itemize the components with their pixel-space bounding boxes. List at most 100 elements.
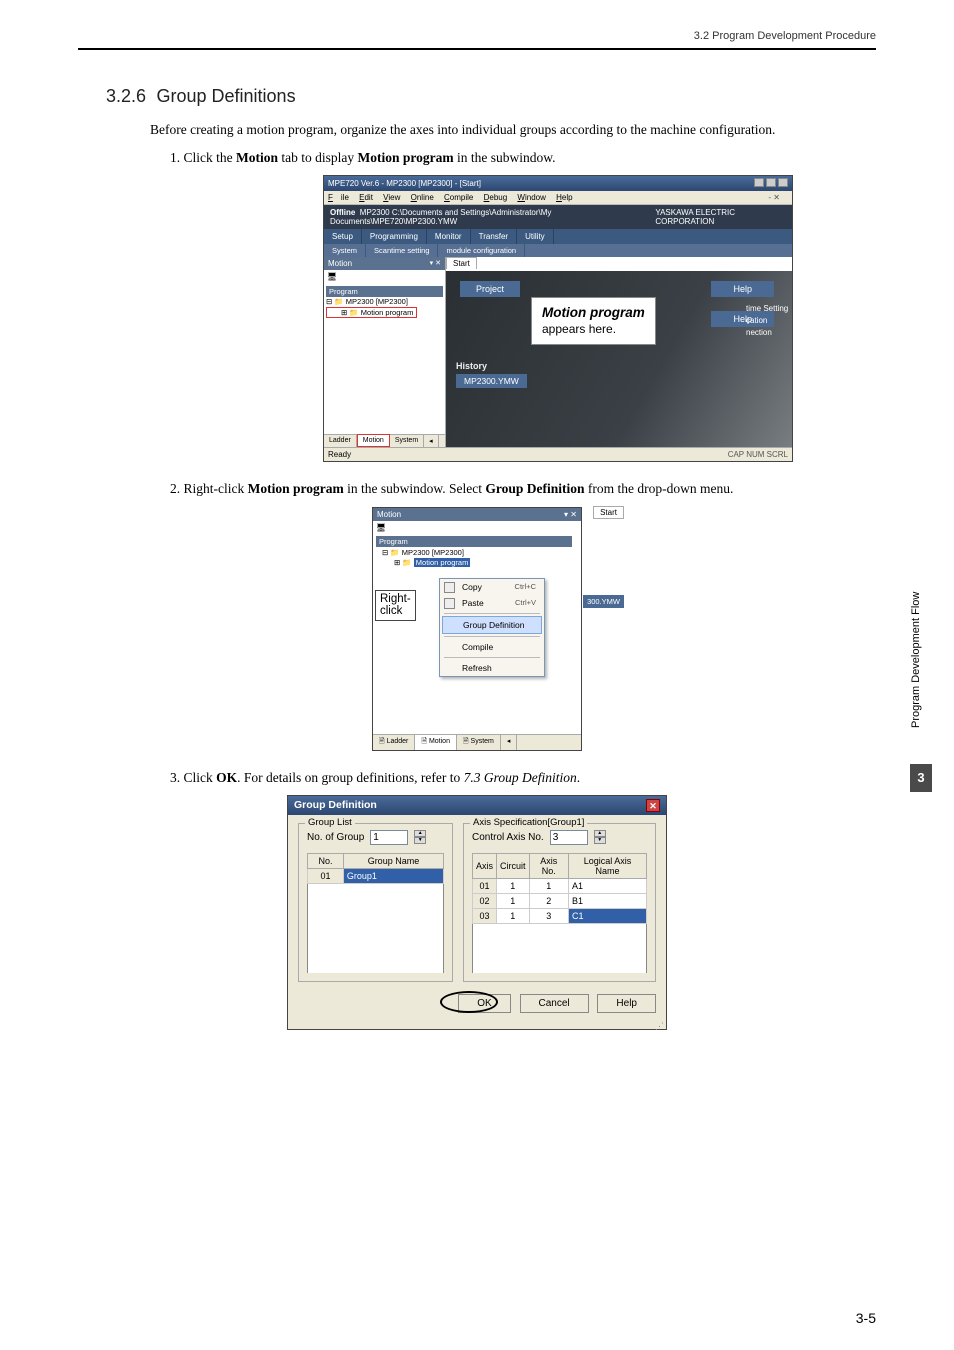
sidetab-motion[interactable]: Motion [357, 434, 390, 447]
history-item[interactable]: MP2300.YMW [456, 374, 527, 388]
panel2-program-label: Program [376, 536, 572, 547]
side-panel-pin[interactable]: ▾ ✕ [430, 259, 441, 268]
panel2-window: Motion ▾ ✕ 🖥 Program ⊟ 📁 MP2300 [MP2300]… [372, 507, 582, 751]
tree-node-controller[interactable]: ⊟ 📁 MP2300 [MP2300] [326, 297, 443, 306]
sidetab-system[interactable]: System [390, 435, 424, 447]
input-no-of-group[interactable] [370, 830, 408, 845]
panel2-toolbar-icon[interactable]: 🖥 [373, 521, 581, 534]
context-menu: CopyCtrl+C PasteCtrl+V Group Definition … [439, 578, 545, 677]
tab-setup[interactable]: Setup [324, 229, 362, 244]
ide-window: MPE720 Ver.6 - MP2300 [MP2300] - [Start]… [323, 175, 793, 462]
intro-paragraph: Before creating a motion program, organi… [150, 121, 866, 139]
table-row[interactable]: 0212B1 [473, 893, 647, 908]
legend-axis-spec: Axis Specification[Group1] [470, 817, 587, 828]
panel2-node-motion-program[interactable]: ⊞ 📁 Motion program [376, 558, 578, 567]
resize-grip-icon[interactable]: ⋰ [288, 1021, 666, 1029]
margin-tab-text: Program Development Flow [910, 560, 922, 760]
table-row[interactable]: 0313C1 [473, 908, 647, 923]
subtab-module[interactable]: module configuration [438, 244, 525, 257]
panel2-ymw-fragment: 300.YMW [583, 595, 624, 608]
side-panel: Motion ▾ ✕ 🖥 Program ⊟ 📁 MP2300 [MP2300]… [324, 257, 446, 447]
margin-tab-number: 3 [910, 764, 932, 792]
window-controls[interactable] [752, 178, 788, 189]
panel2-tab-scroll[interactable]: ◂ [501, 735, 518, 750]
th-axis-no: Axis No. [529, 853, 568, 878]
tab-programming[interactable]: Programming [362, 229, 427, 244]
menu-file[interactable]: File [328, 193, 349, 202]
start-links-fragment: time Setting cation nection [746, 301, 788, 340]
close-icon[interactable]: ✕ [646, 799, 660, 812]
callout-motion-program: Motion program appears here. [531, 297, 656, 344]
doc-tab-start[interactable]: Start [446, 257, 477, 269]
sidetab-scroll-left[interactable]: ◂ [424, 435, 439, 447]
menuitem-refresh[interactable]: Refresh [440, 660, 544, 676]
dialog-titlebar: Group Definition ✕ [288, 796, 666, 815]
cancel-button[interactable]: Cancel [520, 994, 589, 1013]
panel2-start-tab[interactable]: Start [593, 506, 624, 519]
panel2-tab-ladder[interactable]: 🗎 Ladder [373, 735, 415, 750]
ide-main-area: Start Project Help Help Motion program a… [446, 257, 792, 447]
th-no: No. [308, 853, 344, 868]
project-button[interactable]: Project [460, 281, 520, 297]
ide-toolbar: Setup Programming Monitor Transfer Utili… [324, 229, 792, 257]
history-label: History [456, 361, 527, 371]
panel2-bottom-tabs: 🗎 Ladder 🗎 Motion 🗎 System ◂ [373, 734, 581, 750]
ide-pathbar: Offline MP2300 C:\Documents and Settings… [324, 205, 792, 229]
tab-monitor[interactable]: Monitor [427, 229, 471, 244]
menuitem-group-definition[interactable]: Group Definition [442, 616, 542, 634]
menuitem-compile[interactable]: Compile [440, 639, 544, 655]
section-title: Group Definitions [157, 86, 296, 106]
menu-compile[interactable]: Compile [444, 193, 473, 202]
menu-view[interactable]: View [383, 193, 400, 202]
paste-icon [444, 598, 455, 609]
label-control-axis: Control Axis No. [472, 832, 544, 843]
panel2-node-controller[interactable]: ⊟ 📁 MP2300 [MP2300] [376, 548, 578, 557]
margin-tab: Program Development Flow 3 [910, 560, 932, 800]
ide-title: MPE720 Ver.6 - MP2300 [MP2300] - [Start] [328, 179, 481, 188]
input-control-axis[interactable] [550, 830, 588, 845]
menu-help[interactable]: Help [556, 193, 572, 202]
subtab-scantime[interactable]: Scantime setting [366, 244, 438, 257]
table-axis-spec[interactable]: Axis Circuit Axis No. Logical Axis Name … [472, 853, 647, 973]
menu-right-controls[interactable]: - ✕ [768, 193, 780, 202]
side-panel-toolbar-icon[interactable]: 🖥 [324, 270, 445, 283]
right-click-callout: Right- click [375, 590, 416, 621]
section-number: 3.2.6 [106, 86, 146, 106]
tab-utility[interactable]: Utility [517, 229, 554, 244]
menu-edit[interactable]: Edit [359, 193, 373, 202]
panel2-tab-system[interactable]: 🗎 System [457, 735, 501, 750]
legend-group-list: Group List [305, 817, 355, 828]
menuitem-paste[interactable]: PasteCtrl+V [440, 595, 544, 611]
tree-node-motion-program[interactable]: ⊞ 📁 Motion program [326, 307, 417, 318]
side-panel-title: Motion [328, 259, 352, 268]
spinner-axis[interactable]: ▲▼ [594, 830, 606, 844]
th-axis: Axis [473, 853, 497, 878]
menu-window[interactable]: Window [517, 193, 545, 202]
subtab-system[interactable]: System [324, 244, 366, 257]
tab-transfer[interactable]: Transfer [471, 229, 518, 244]
menu-online[interactable]: Online [411, 193, 434, 202]
callout-subtitle: appears here. [542, 322, 645, 338]
copy-icon [444, 582, 455, 593]
menu-debug[interactable]: Debug [484, 193, 508, 202]
panel2-tab-motion[interactable]: 🗎 Motion [415, 735, 457, 750]
ok-button[interactable]: OK [458, 994, 510, 1013]
help-button[interactable]: Help [597, 994, 656, 1013]
group-definition-dialog: Group Definition ✕ Group List No. of Gro… [287, 795, 667, 1030]
menuitem-copy[interactable]: CopyCtrl+C [440, 579, 544, 595]
table-row[interactable]: 0111A1 [473, 878, 647, 893]
ide-titlebar: MPE720 Ver.6 - MP2300 [MP2300] - [Start] [324, 176, 792, 191]
ide-menubar[interactable]: File Edit View Online Compile Debug Wind… [324, 191, 792, 205]
panel2-title: Motion [377, 510, 401, 519]
sidetab-ladder[interactable]: Ladder [324, 435, 357, 447]
panel2-pin[interactable]: ▾ ✕ [564, 510, 577, 519]
offline-label: Offline [330, 208, 355, 217]
header-section-path: 3.2 Program Development Procedure [78, 30, 876, 42]
table-group-list[interactable]: No.Group Name 01Group1 [307, 853, 444, 973]
step-3: 3. Click OK. For details on group defini… [170, 769, 866, 787]
brand-label: YASKAWA ELECTRIC CORPORATION [655, 208, 786, 226]
spinner-group[interactable]: ▲▼ [414, 830, 426, 844]
status-left: Ready [328, 450, 351, 459]
table-row[interactable]: 01Group1 [308, 868, 444, 883]
help-button-1[interactable]: Help [711, 281, 774, 297]
